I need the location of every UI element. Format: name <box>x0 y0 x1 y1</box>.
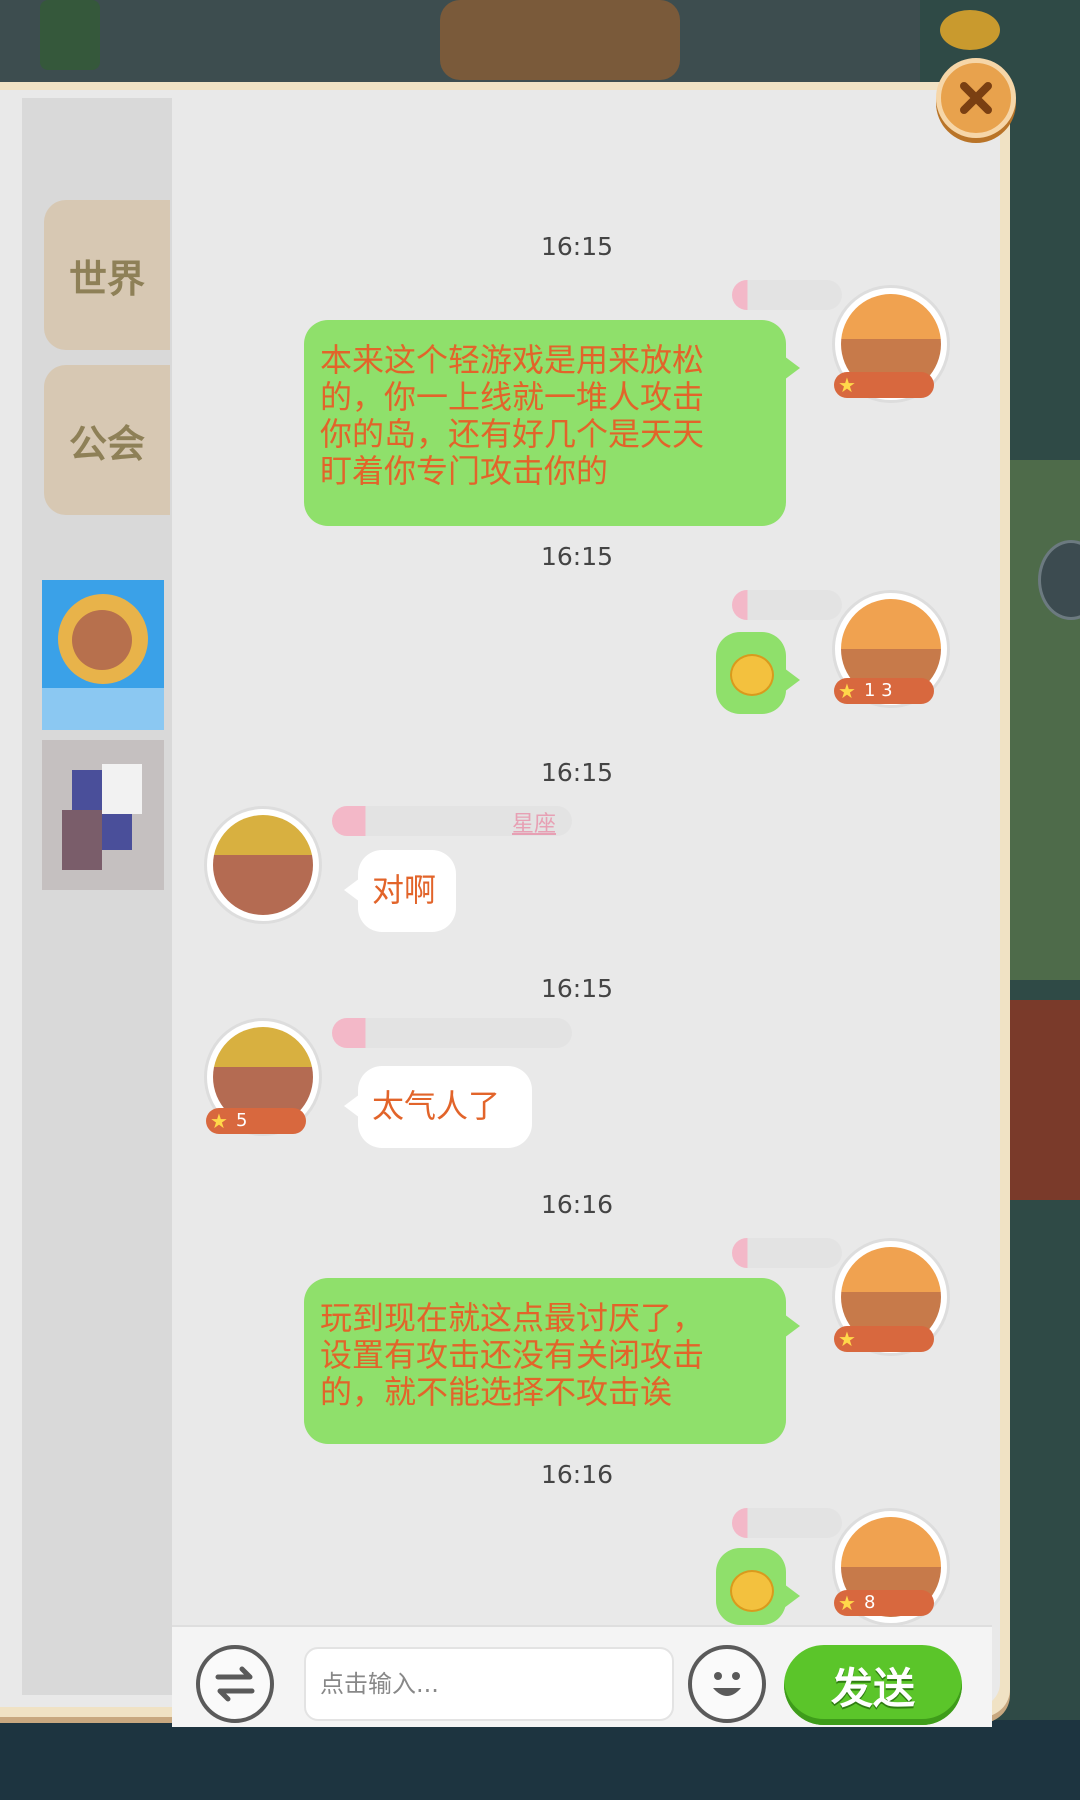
message-bubble[interactable]: 对啊 <box>344 850 456 932</box>
smiley-icon <box>713 1672 741 1696</box>
message-line: 盯着你专门攻击你的 <box>320 452 609 490</box>
close-icon <box>960 82 992 114</box>
chat-input-bar: 发送 <box>172 1625 992 1727</box>
sender-name <box>732 1238 842 1268</box>
message-line: 你的岛，还有好几个是天天 <box>320 415 705 453</box>
message-bubble[interactable]: 本来这个轻游戏是用来放松 的，你一上线就一堆人攻击 你的岛，还有好几个是天天 盯… <box>304 320 800 526</box>
message-bubble[interactable] <box>716 1548 800 1625</box>
background-lamp <box>940 10 1000 50</box>
background-water <box>0 1720 1080 1800</box>
background-grass <box>1000 460 1080 980</box>
message-text: 对啊 <box>372 871 437 909</box>
level-badge: ★ 5 <box>206 1108 306 1134</box>
message-timestamp: 16:15 <box>540 758 614 787</box>
message-bubble[interactable]: 太气人了 <box>344 1066 532 1148</box>
sidebar-avatar-2[interactable] <box>42 740 164 890</box>
message-line: 设置有攻击还没有关闭攻击 <box>320 1336 705 1374</box>
emoji-sticker <box>730 1570 774 1612</box>
chat-panel: 世界 公会 16:15 ★ 本来这个轻游戏是用来放松 的，你一上线就一堆人攻击 … <box>0 82 1010 1727</box>
background-tree <box>40 0 100 70</box>
sender-name <box>332 1018 572 1048</box>
message-text: 太气人了 <box>372 1087 501 1125</box>
tab-world[interactable]: 世界 <box>44 200 170 350</box>
message-line: 的，你一上线就一堆人攻击 <box>320 378 705 416</box>
sender-name <box>732 1508 842 1538</box>
switch-arrows-icon <box>215 1666 255 1702</box>
send-button[interactable]: 发送 <box>784 1645 962 1725</box>
sender-name <box>732 280 842 310</box>
close-button[interactable] <box>936 58 1016 138</box>
star-icon: ★ <box>838 679 856 703</box>
message-list[interactable]: 16:15 ★ 本来这个轻游戏是用来放松 的，你一上线就一堆人攻击 你的岛，还有… <box>172 180 992 1626</box>
message-line: 玩到现在就这点最讨厌了， <box>320 1299 705 1337</box>
message-timestamp: 16:15 <box>540 542 614 571</box>
background-building <box>1000 1000 1080 1200</box>
message-timestamp: 16:15 <box>540 974 614 1003</box>
star-icon: ★ <box>838 373 856 397</box>
star-icon: ★ <box>838 1327 856 1351</box>
message-bubble[interactable]: 玩到现在就这点最讨厌了， 设置有攻击还没有关闭攻击 的，就不能选择不攻击诶 <box>304 1278 800 1444</box>
message-bubble[interactable] <box>716 632 800 714</box>
emoji-button[interactable] <box>688 1645 766 1723</box>
background-logs <box>440 0 680 80</box>
emoji-sticker <box>730 654 774 696</box>
chat-input[interactable] <box>304 1647 674 1721</box>
message-timestamp: 16:15 <box>540 232 614 261</box>
sender-title: 星座 <box>512 812 557 837</box>
sender-name <box>732 590 842 620</box>
message-line: 的，就不能选择不攻击诶 <box>320 1373 673 1411</box>
switch-channel-button[interactable] <box>196 1645 274 1723</box>
message-line: 本来这个轻游戏是用来放松 <box>320 341 705 379</box>
level-badge: ★ <box>834 1326 934 1352</box>
star-icon: ★ <box>838 1591 856 1615</box>
avatar[interactable] <box>204 806 322 924</box>
star-icon: ★ <box>210 1109 228 1133</box>
sidebar-avatar-1[interactable] <box>42 580 164 730</box>
level-badge: ★ 8 <box>834 1590 934 1616</box>
message-timestamp: 16:16 <box>540 1460 614 1489</box>
message-timestamp: 16:16 <box>540 1190 614 1219</box>
chat-panel-body: 世界 公会 16:15 ★ 本来这个轻游戏是用来放松 的，你一上线就一堆人攻击 … <box>0 90 1000 1727</box>
level-badge: ★ <box>834 372 934 398</box>
level-badge: ★ 1 3 <box>834 678 934 704</box>
tab-guild[interactable]: 公会 <box>44 365 170 515</box>
